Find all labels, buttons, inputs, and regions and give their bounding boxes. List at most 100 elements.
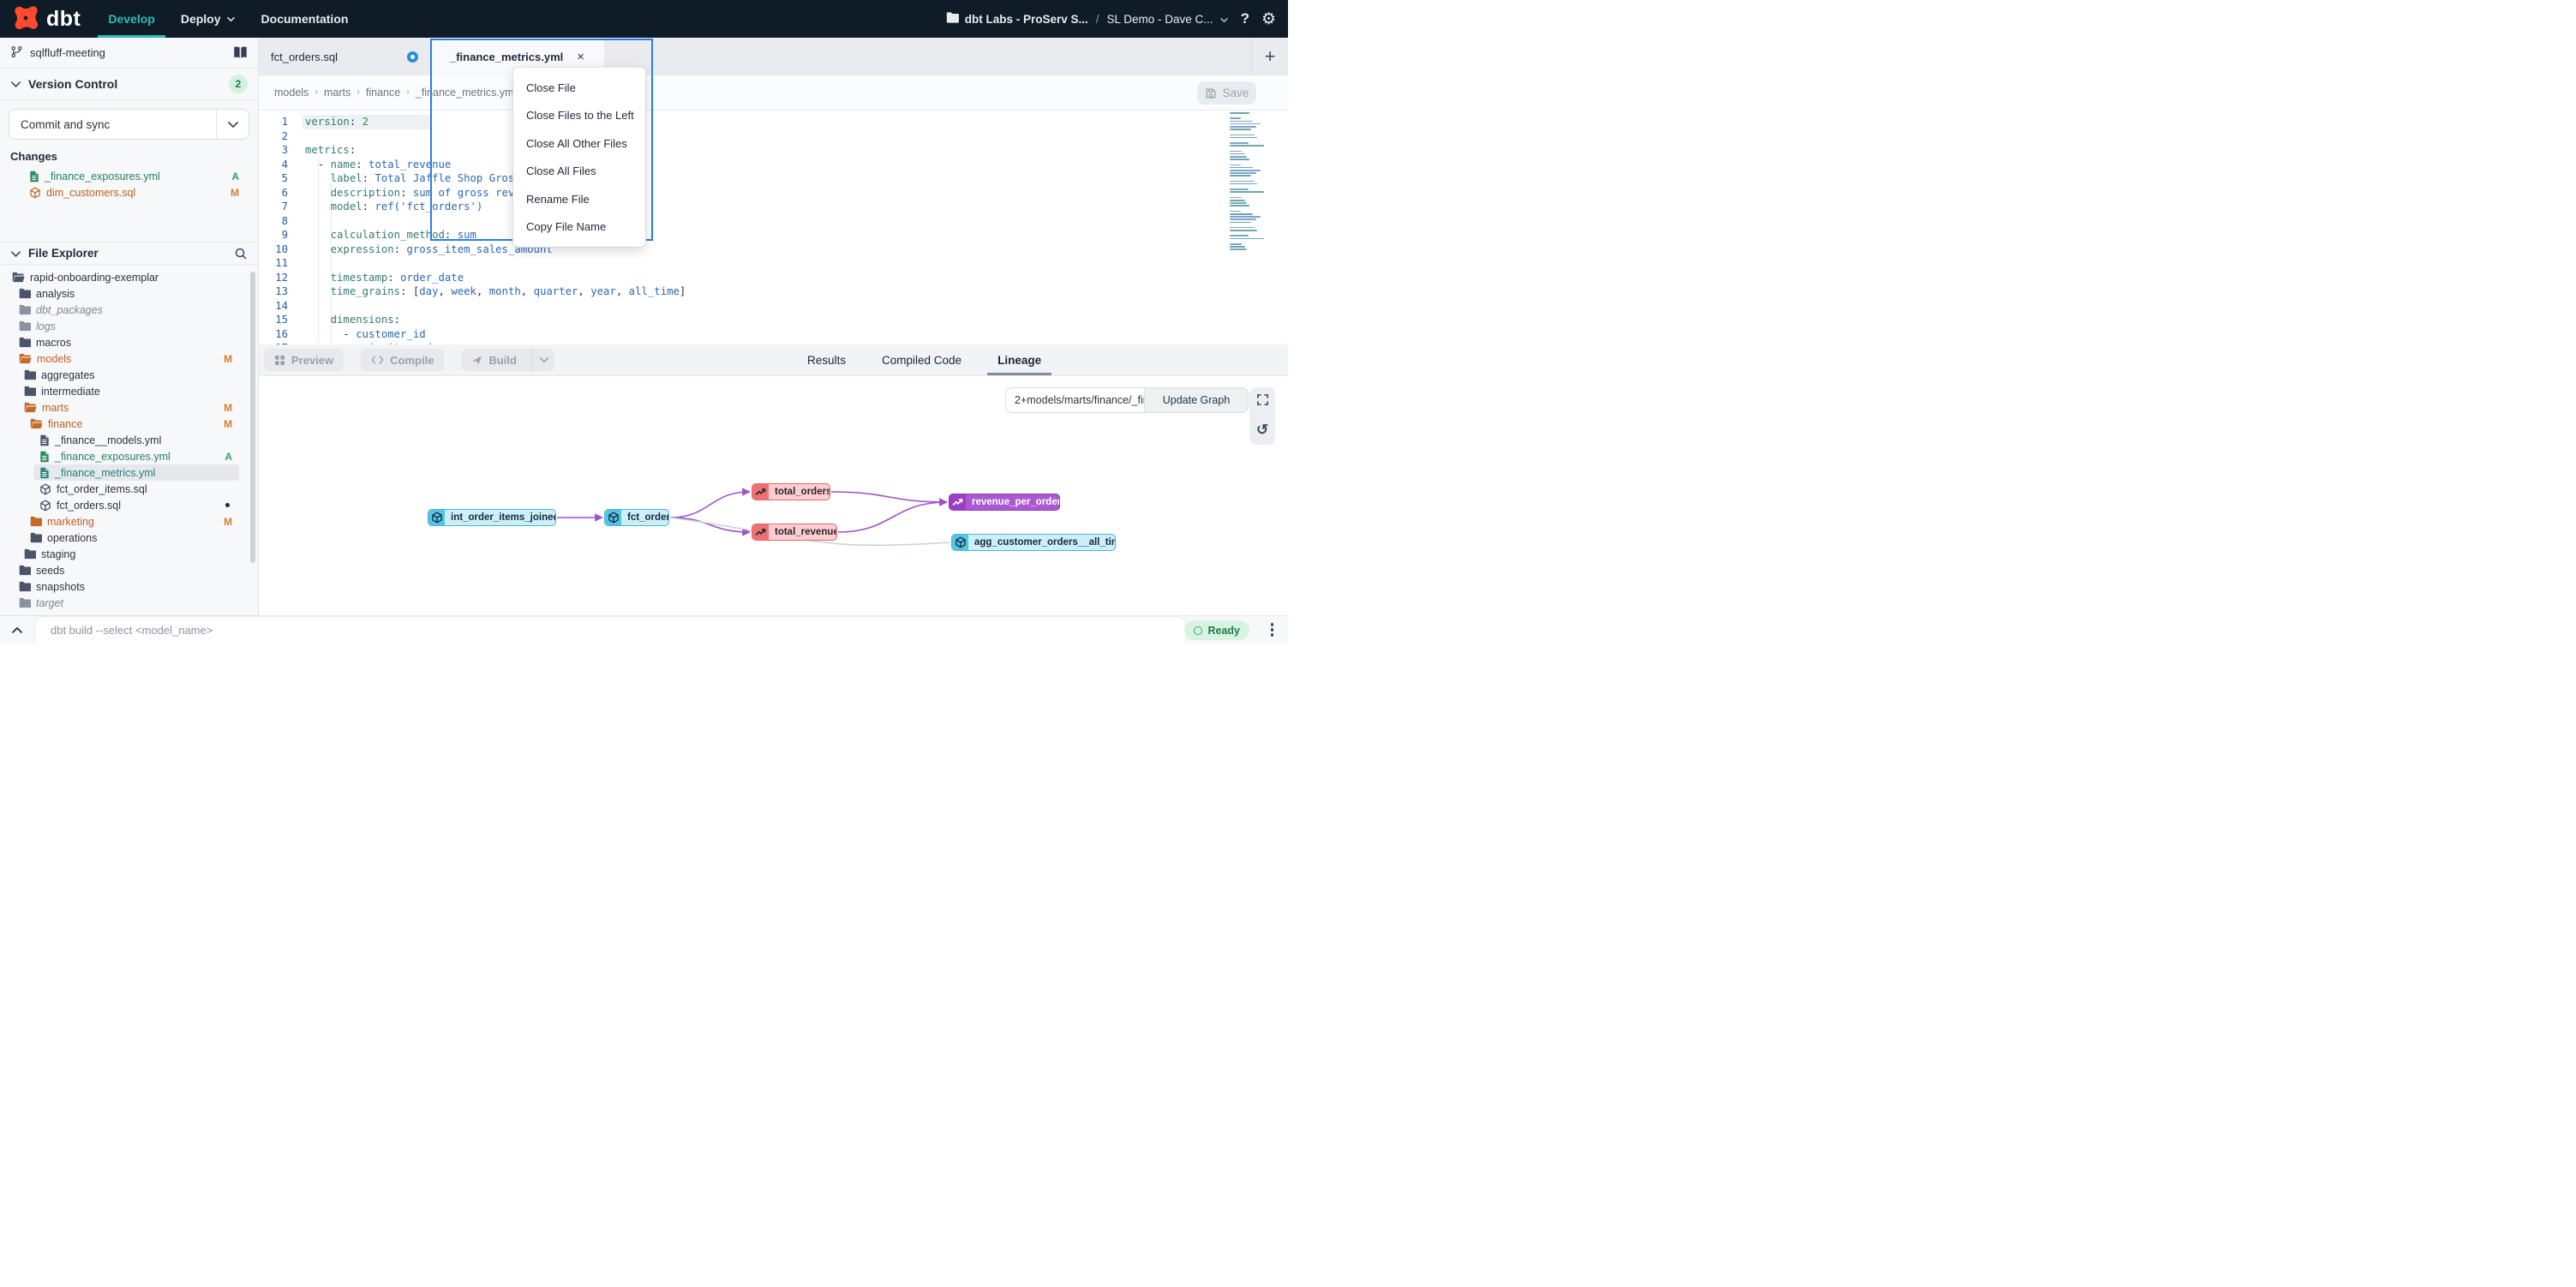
folder-icon [19,597,31,608]
tree-item-finance[interactable]: financeM [0,416,258,432]
tab-label: _finance_metrics.yml [450,51,563,63]
tree-item-label: logs [36,320,56,332]
changed-file-_finance_exposures.yml[interactable]: _finance_exposures.ymlA [0,168,258,184]
tab-fct-orders-sql[interactable]: fct_orders.sql [259,38,430,75]
tree-item-rapid-onboarding-exemplar[interactable]: rapid-onboarding-exemplar [0,269,258,285]
nav-item-develop[interactable]: Develop [108,0,154,38]
menu-item-close-all-files[interactable]: Close All Files [513,158,645,186]
tree-item-_finance__models.yml[interactable]: _finance__models.yml [0,432,258,448]
code-line: label: Total Jaffle Shop Gross Re [305,171,540,186]
tree-item-label: dbt_packages [36,304,103,316]
menu-item-rename-file[interactable]: Rename File [513,185,645,213]
project-folder-icon [946,12,959,26]
lineage-canvas[interactable]: 2+models/marts/finance/_fir Update Graph… [259,376,1288,615]
tree-item-intermediate[interactable]: intermediate [0,383,258,399]
line-number: 12 [259,271,288,285]
tree-item-label: _finance_exposures.yml [55,451,171,463]
menu-item-copy-file-name[interactable]: Copy File Name [513,213,645,242]
preview-button[interactable]: Preview [264,349,344,371]
folder-open-icon [12,272,25,283]
gear-icon[interactable]: ⚙ [1261,11,1276,27]
menu-item-close-all-other-files[interactable]: Close All Other Files [513,129,645,158]
tree-item-_finance_exposures.yml[interactable]: _finance_exposures.ymlA [0,448,258,464]
folder-open-icon [24,402,37,413]
line-number: 11 [259,256,288,271]
version-control-header[interactable]: Version Control 2 [0,69,258,100]
tree-item-label: operations [47,532,97,544]
tree-item-label: intermediate [41,386,100,398]
tree-item-seeds[interactable]: seeds [0,562,258,578]
tree-item-fct_orders.sql[interactable]: fct_orders.sql [0,497,258,513]
breadcrumb-item[interactable]: models [274,87,309,99]
folder-icon [30,532,42,543]
git-status-badge: M [224,402,232,414]
search-icon[interactable] [234,247,248,260]
git-branch-row[interactable]: sqlfluff-meeting [0,38,258,69]
nav-item-documentation[interactable]: Documentation [261,0,349,38]
line-number: 9 [259,228,288,242]
tree-item-fct_order_items.sql[interactable]: fct_order_items.sql [0,481,258,497]
file-icon [39,467,50,479]
lineage-node-agg_customer_orders__all_time[interactable]: agg_customer_orders__all_time [951,534,1116,551]
code-minimap[interactable] [1230,112,1281,252]
tree-item-logs[interactable]: logs [0,318,258,334]
tree-item-analysis[interactable]: analysis [0,285,258,302]
tree-item-target[interactable]: target [0,595,258,611]
tree-item-operations[interactable]: operations [0,530,258,546]
lineage-node-total_orders[interactable]: total_orders [752,483,830,500]
changed-file-dim_customers.sql[interactable]: dim_customers.sqlM [0,184,258,201]
breadcrumb-item[interactable]: marts [324,87,350,99]
code-icon [371,355,384,365]
project-name[interactable]: SL Demo - Dave C... [1107,13,1213,26]
breadcrumb-row: models›marts›finance›_finance_metrics.ym… [259,75,1288,111]
help-icon[interactable]: ? [1241,10,1249,27]
tree-item-snapshots[interactable]: snapshots [0,578,258,595]
project-chevron-down-icon[interactable] [1219,13,1229,26]
build-options-chevron-icon[interactable] [531,349,549,371]
account-separator: / [1094,13,1101,26]
tree-item-tests[interactable]: tests [0,611,258,614]
docs-book-icon[interactable] [233,46,248,59]
lineage-node-total_revenue[interactable]: total_revenue [752,524,837,541]
dbt-logo[interactable]: dbt [11,3,81,35]
tree-item-macros[interactable]: macros [0,334,258,350]
command-input[interactable]: dbt build --select <model_name> [34,616,1186,644]
build-button[interactable]: Build [461,349,554,371]
lineage-node-fct_orders[interactable]: fct_orders [604,509,669,526]
compile-button[interactable]: Compile [361,349,444,371]
account-name[interactable]: dbt Labs - ProServ S... [965,13,1088,26]
panel-tab-lineage[interactable]: Lineage [997,344,1041,375]
panel-tab-results[interactable]: Results [807,344,846,375]
tree-item-label: snapshots [36,581,85,593]
nav-item-deploy[interactable]: Deploy [181,0,236,38]
tree-item-marts[interactable]: martsM [0,399,258,416]
line-number: 5 [259,171,288,186]
save-button[interactable]: Save [1197,81,1256,105]
tree-item-marketing[interactable]: marketingM [0,513,258,530]
code-line: timestamp: order_date [305,271,464,285]
new-tab-button[interactable]: + [1251,38,1288,75]
lineage-node-revenue_per_order[interactable]: revenue_per_order [949,494,1060,511]
file-explorer-header[interactable]: File Explorer [0,242,258,265]
commit-and-sync-button[interactable]: Commit and sync [9,109,249,140]
file-tree: rapid-onboarding-exemplaranalysis dbt_pac… [0,265,258,614]
close-tab-icon[interactable]: × [577,50,584,64]
tree-item-_finance_metrics.yml[interactable]: _finance_metrics.yml [0,464,258,481]
menu-item-close-file[interactable]: Close File [513,74,645,102]
panel-tab-compiled-code[interactable]: Compiled Code [882,344,962,375]
tree-item-dbt_packages[interactable]: dbt_packages [0,302,258,318]
menu-item-close-files-to-the-left[interactable]: Close Files to the Left [513,102,645,130]
lineage-node-int_order_items_joined[interactable]: int_order_items_joined [428,509,556,526]
tree-item-staging[interactable]: staging [0,546,258,562]
expand-command-bar-button[interactable] [0,626,34,634]
tree-item-aggregates[interactable]: aggregates [0,367,258,383]
commit-options-chevron-icon[interactable] [216,110,249,139]
code-editor[interactable]: 1version: 223metrics:4 - name: total_rev… [259,111,1288,344]
floppy-save-icon [1205,87,1217,99]
breadcrumb-item[interactable]: finance [366,87,400,99]
panel-tab-label: Results [807,354,846,367]
panel-tab-label: Compiled Code [882,354,962,367]
kebab-menu-icon[interactable] [1271,623,1274,637]
tree-item-models[interactable]: modelsM [0,350,258,367]
breadcrumb-item[interactable]: _finance_metrics.yml [416,87,516,99]
